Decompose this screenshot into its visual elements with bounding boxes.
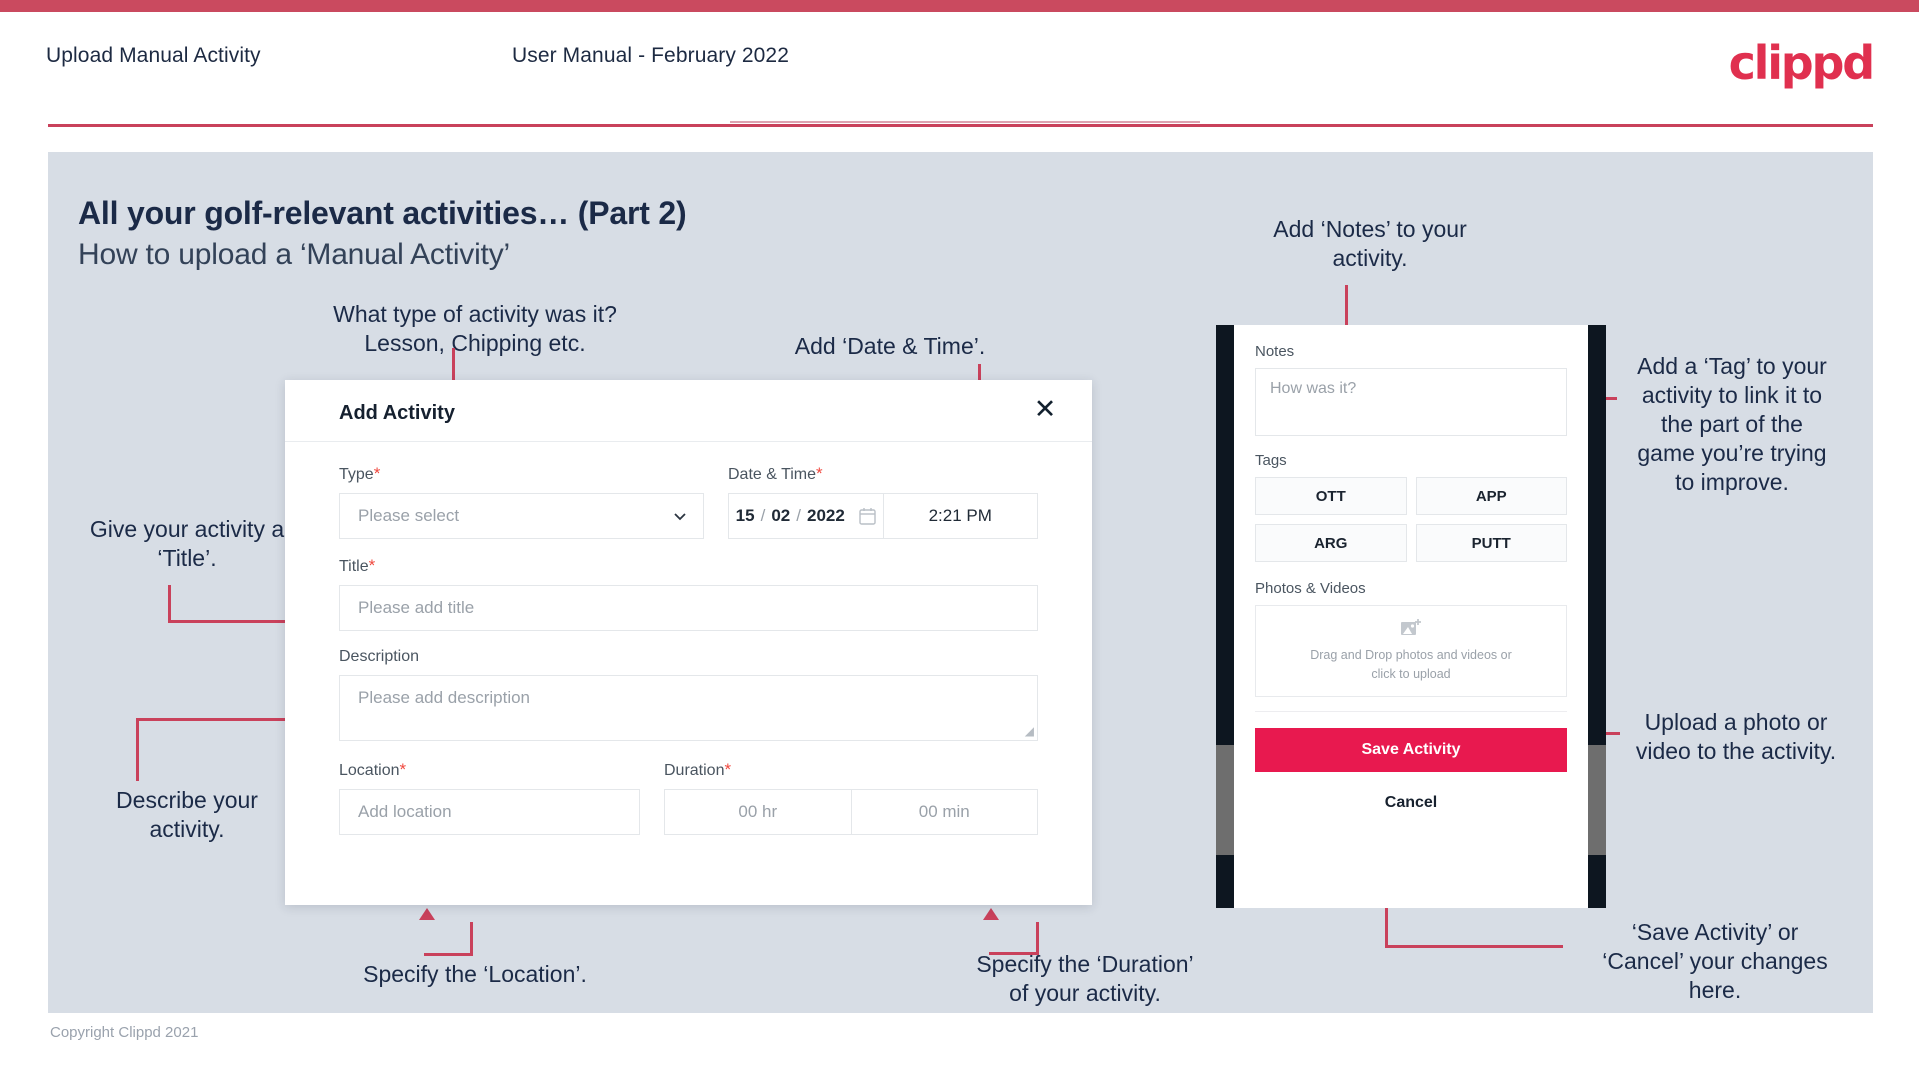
annotation-save: ‘Save Activity’ or ‘Cancel’ your changes… (1602, 919, 1828, 1003)
row-type-datetime: Type* Please select Date & Time* 15 / 02… (339, 464, 1038, 539)
page-title: Upload Manual Activity (46, 44, 261, 67)
connector-dur-v (1036, 922, 1039, 954)
date-input[interactable]: 15 / 02 / 2022 (728, 493, 883, 539)
header-divider-highlight (730, 121, 1200, 123)
type-select[interactable]: Please select (339, 493, 704, 539)
tag-button-putt[interactable]: PUTT (1415, 524, 1567, 562)
date-month: 02 (771, 506, 791, 525)
connector-dur-arrow (983, 908, 999, 920)
close-icon[interactable]: ✕ (1030, 396, 1060, 426)
save-activity-button[interactable]: Save Activity (1255, 728, 1567, 772)
duration-minutes-input[interactable]: 00 min (850, 789, 1038, 835)
annotation-upload: Upload a photo or video to the activity. (1635, 709, 1837, 764)
resize-grip-icon[interactable]: ◢ (1025, 724, 1034, 738)
type-placeholder: Please select (358, 506, 460, 525)
duration-group: 00 hr 00 min (664, 789, 1038, 835)
tag-button-ott[interactable]: OTT (1255, 477, 1407, 515)
tag-button-arg[interactable]: ARG (1255, 524, 1407, 562)
annotation-type: What type of activity was it? Lesson, Ch… (333, 301, 617, 356)
field-title: Title* Please add title (339, 556, 1038, 631)
connector-loc-h (424, 953, 472, 956)
document-subtitle: User Manual - February 2022 (512, 44, 789, 67)
duration-hours-input[interactable]: 00 hr (664, 789, 851, 835)
connector-dur-h (989, 952, 1039, 955)
tags-grid: OTT APP ARG PUTT (1255, 477, 1567, 562)
datetime-group: 15 / 02 / 2022 2:21 PM (728, 493, 1038, 539)
notes-label: Notes (1255, 343, 1295, 360)
add-activity-dialog: Add Activity ✕ Type* Please select Date … (285, 380, 1092, 905)
phone-mockup: Notes How was it? Tags OTT APP ARG PUTT … (1216, 325, 1606, 908)
connector-desc-h (136, 718, 288, 721)
chevron-down-icon (674, 513, 686, 521)
photo-upload-dropzone[interactable]: Drag and Drop photos and videos or click… (1255, 605, 1567, 697)
field-duration: Duration* 00 hr 00 min (664, 760, 1038, 835)
field-type: Type* Please select (339, 464, 704, 539)
field-description: Description Please add description ◢ (339, 648, 1038, 741)
connector-save-h (1385, 945, 1563, 948)
photos-videos-label: Photos & Videos (1255, 580, 1366, 597)
connector-loc-v (470, 922, 473, 956)
slide-subheading: How to upload a ‘Manual Activity’ (78, 238, 510, 271)
tag-button-app[interactable]: APP (1415, 477, 1567, 515)
date-sep-1: / (760, 506, 766, 525)
annotation-datetime: Add ‘Date & Time’. (794, 333, 986, 359)
type-label: Type* (339, 464, 381, 483)
description-textarea[interactable]: Please add description ◢ (339, 675, 1038, 741)
tags-label: Tags (1255, 452, 1287, 469)
time-input[interactable]: 2:21 PM (882, 493, 1038, 539)
cancel-button[interactable]: Cancel (1255, 794, 1567, 812)
dropzone-line-2: click to upload (1371, 667, 1451, 681)
location-input[interactable]: Add location (339, 789, 640, 835)
footer-copyright: Copyright Clippd 2021 (50, 1024, 199, 1041)
required-marker: * (368, 556, 376, 575)
calendar-icon[interactable] (859, 507, 876, 525)
clippd-logo: clippd (1728, 36, 1876, 90)
phone-divider (1255, 711, 1567, 712)
required-marker: * (816, 464, 823, 483)
required-marker: * (373, 464, 381, 483)
annotation-duration: Specify the ‘Duration’ of your activity. (976, 951, 1194, 1006)
slide-heading: All your golf-relevant activities… (Part… (78, 195, 687, 231)
dialog-body: Type* Please select Date & Time* 15 / 02… (285, 442, 1092, 835)
date-sep-2: / (796, 506, 801, 525)
connector-title-h (168, 620, 288, 623)
required-marker: * (399, 760, 407, 779)
description-placeholder: Please add description (358, 688, 531, 707)
annotation-notes: Add ‘Notes’ to your activity. (1273, 216, 1467, 271)
date-year: 2022 (806, 506, 845, 525)
datetime-label: Date & Time* (728, 464, 823, 483)
title-input[interactable]: Please add title (339, 585, 1038, 631)
dialog-header: Add Activity ✕ (285, 380, 1092, 442)
title-label: Title* (339, 556, 376, 575)
dropzone-line-1: Drag and Drop photos and videos or (1310, 648, 1512, 663)
field-datetime: Date & Time* 15 / 02 / 2022 2:21 PM (728, 464, 1038, 539)
phone-side-button-left (1216, 745, 1234, 855)
field-location: Location* Add location (339, 760, 640, 835)
phone-screen: Notes How was it? Tags OTT APP ARG PUTT … (1234, 325, 1588, 908)
date-day: 15 (735, 506, 755, 525)
connector-loc-arrow (419, 908, 435, 920)
notes-input[interactable]: How was it? (1255, 368, 1567, 436)
annotation-location: Specify the ‘Location’. (363, 961, 587, 987)
add-image-icon (1401, 619, 1421, 636)
annotation-tags: Add a ‘Tag’ to your activity to link it … (1637, 353, 1827, 495)
required-marker: * (724, 760, 732, 779)
location-label: Location* (339, 760, 407, 779)
phone-bezel-left (1216, 325, 1234, 908)
duration-label: Duration* (664, 760, 732, 779)
phone-bezel-right (1588, 325, 1606, 908)
header-divider (48, 124, 1873, 127)
connector-desc-v (136, 718, 139, 781)
connector-title-v (168, 585, 171, 623)
phone-side-button-right (1588, 745, 1606, 855)
row-location-duration: Location* Add location Duration* 00 hr 0… (339, 760, 1038, 835)
dialog-title: Add Activity (339, 402, 455, 424)
top-accent-bar (0, 0, 1919, 12)
description-label: Description (339, 648, 420, 665)
